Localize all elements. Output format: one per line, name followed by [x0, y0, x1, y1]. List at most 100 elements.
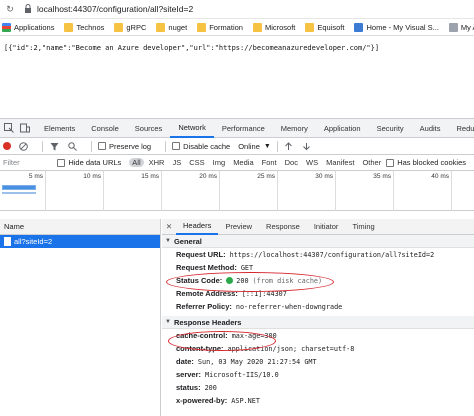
timeline-tick: 15 ms: [141, 171, 162, 211]
url-text[interactable]: localhost:44307/configuration/all?siteId…: [37, 4, 193, 14]
tab-initiator[interactable]: Initiator: [307, 219, 346, 235]
timeline-tick: 25 ms: [257, 171, 278, 211]
throttling-select[interactable]: Online ▼: [238, 142, 271, 151]
bookmark-technos[interactable]: Technos: [64, 22, 104, 32]
bookmark-equisoft[interactable]: Equisoft: [305, 22, 344, 32]
toolbar-divider: [276, 140, 278, 152]
type-filter-font[interactable]: Font: [259, 158, 280, 167]
timeline-tick: 20 ms: [199, 171, 220, 211]
document-icon: [4, 237, 11, 246]
inspect-element-icon[interactable]: [4, 123, 14, 134]
tab-audits[interactable]: Audits: [412, 119, 449, 138]
checkbox-box[interactable]: [172, 142, 181, 150]
tab-preview[interactable]: Preview: [218, 219, 259, 235]
timeline-tick: 5 ms: [29, 171, 46, 211]
blocked-cookies-checkbox[interactable]: Has blocked cookies: [386, 158, 466, 167]
device-toolbar-icon[interactable]: [20, 123, 30, 134]
type-filter-img[interactable]: Img: [210, 158, 229, 167]
bookmark-microsoft[interactable]: Microsoft: [252, 22, 295, 32]
folder-icon: [64, 22, 74, 32]
chevron-down-icon: ▼: [263, 142, 271, 150]
folder-icon: [114, 22, 124, 32]
type-filter-css[interactable]: CSS: [186, 158, 207, 167]
status-code-highlight-oval: [166, 272, 334, 292]
clear-icon[interactable]: [19, 141, 28, 151]
checkbox-box[interactable]: [386, 158, 395, 167]
network-overview-timeline[interactable]: 5 ms 10 ms 15 ms 20 ms 25 ms 30 ms 35 ms…: [0, 171, 474, 211]
preserve-log-checkbox[interactable]: Preserve log: [98, 142, 151, 151]
request-details: ✕ Headers Preview Response Initiator Tim…: [162, 219, 474, 416]
bookmark-formation[interactable]: Formation: [197, 22, 243, 32]
bookmark-visual-studio[interactable]: Home - My Visual S...: [354, 22, 439, 32]
cache-control-highlight-oval: [168, 331, 276, 351]
tab-performance[interactable]: Performance: [214, 119, 273, 138]
import-har-icon[interactable]: [284, 141, 294, 151]
type-filter-xhr[interactable]: XHR: [146, 158, 168, 167]
general-section-header[interactable]: ▼ General: [162, 235, 474, 248]
filter-icon[interactable]: [49, 141, 59, 151]
request-timing-bar: [2, 185, 36, 190]
address-bar: ↻ localhost:44307/configuration/all?site…: [0, 0, 474, 19]
type-filter-ws[interactable]: WS: [303, 158, 321, 167]
lock-icon[interactable]: [23, 3, 33, 15]
bookmark-account[interactable]: My Account Infi: [448, 22, 474, 32]
header-row-server: server: Microsoft-IIS/10.0: [176, 370, 279, 379]
timeline-tick: 35 ms: [373, 171, 394, 211]
type-filter-doc[interactable]: Doc: [282, 158, 301, 167]
tab-security[interactable]: Security: [369, 119, 412, 138]
disable-cache-checkbox[interactable]: Disable cache: [172, 142, 230, 151]
type-filter-manifest[interactable]: Manifest: [323, 158, 357, 167]
request-timing-bar: [2, 192, 36, 194]
request-list: Name all?siteId=2: [0, 219, 161, 416]
header-row-x-powered-by: x-powered-by: ASP.NET: [176, 396, 260, 405]
type-filter-media[interactable]: Media: [230, 158, 256, 167]
response-headers-section-header[interactable]: ▼ Response Headers: [162, 316, 474, 329]
folder-icon: [156, 22, 166, 32]
tab-elements[interactable]: Elements: [36, 119, 83, 138]
header-row-referrer-policy: Referrer Policy: no-referrer-when-downgra…: [176, 302, 343, 311]
timeline-tick: 10 ms: [83, 171, 104, 211]
export-har-icon[interactable]: [302, 141, 312, 151]
type-filter-js[interactable]: JS: [169, 158, 184, 167]
search-icon[interactable]: [67, 141, 77, 151]
filter-input[interactable]: Filter: [3, 158, 57, 167]
tab-sources[interactable]: Sources: [127, 119, 171, 138]
triangle-down-icon: ▼: [165, 238, 171, 244]
type-filter-other[interactable]: Other: [359, 158, 384, 167]
tab-response[interactable]: Response: [259, 219, 307, 235]
hide-data-urls-checkbox[interactable]: Hide data URLs: [57, 158, 121, 167]
tab-redux[interactable]: Redux: [449, 119, 474, 138]
devtools-tabs: Elements Console Sources Network Perform…: [0, 119, 474, 138]
network-toolbar: Preserve log Disable cache Online ▼: [0, 138, 474, 155]
name-column-header[interactable]: Name: [0, 219, 160, 235]
timeline-tick: 40 ms: [431, 171, 452, 211]
type-filter-all[interactable]: All: [129, 158, 144, 167]
tab-headers[interactable]: Headers: [176, 219, 219, 235]
header-row-request-method: Request Method: GET: [176, 263, 254, 272]
timeline-tick: 30 ms: [315, 171, 336, 211]
bookmarks-bar: Applications Technos gRPC nuget Formatio…: [0, 19, 474, 36]
record-button[interactable]: [3, 142, 11, 150]
checkbox-box[interactable]: [57, 158, 66, 167]
folder-icon: [305, 22, 315, 32]
header-row-date: date: Sun, 03 May 2020 21:27:54 GMT: [176, 357, 317, 366]
filter-bar: Filter Hide data URLs All XHR JS CSS Img…: [0, 155, 474, 171]
toolbar-divider: [91, 140, 92, 152]
tab-network[interactable]: Network: [170, 119, 214, 138]
details-tabs: ✕ Headers Preview Response Initiator Tim…: [162, 219, 474, 235]
bookmark-applications[interactable]: Applications: [2, 22, 54, 32]
network-split-pane: Name all?siteId=2 ✕ Headers Preview Resp…: [0, 219, 474, 416]
tab-console[interactable]: Console: [83, 119, 127, 138]
tab-timing[interactable]: Timing: [345, 219, 381, 235]
checkbox-box[interactable]: [98, 142, 106, 150]
request-row[interactable]: all?siteId=2: [0, 235, 160, 248]
folder-icon: [197, 22, 207, 32]
tab-memory[interactable]: Memory: [273, 119, 316, 138]
bookmark-grpc[interactable]: gRPC: [114, 22, 146, 32]
devtools-panel: Elements Console Sources Network Perform…: [0, 118, 474, 416]
reload-icon[interactable]: ↻: [4, 3, 16, 15]
bookmark-nuget[interactable]: nuget: [156, 22, 187, 32]
close-icon[interactable]: ✕: [162, 222, 176, 231]
json-response-text: [{"id":2,"name":"Become an Azure develop…: [4, 44, 380, 52]
tab-application[interactable]: Application: [316, 119, 369, 138]
